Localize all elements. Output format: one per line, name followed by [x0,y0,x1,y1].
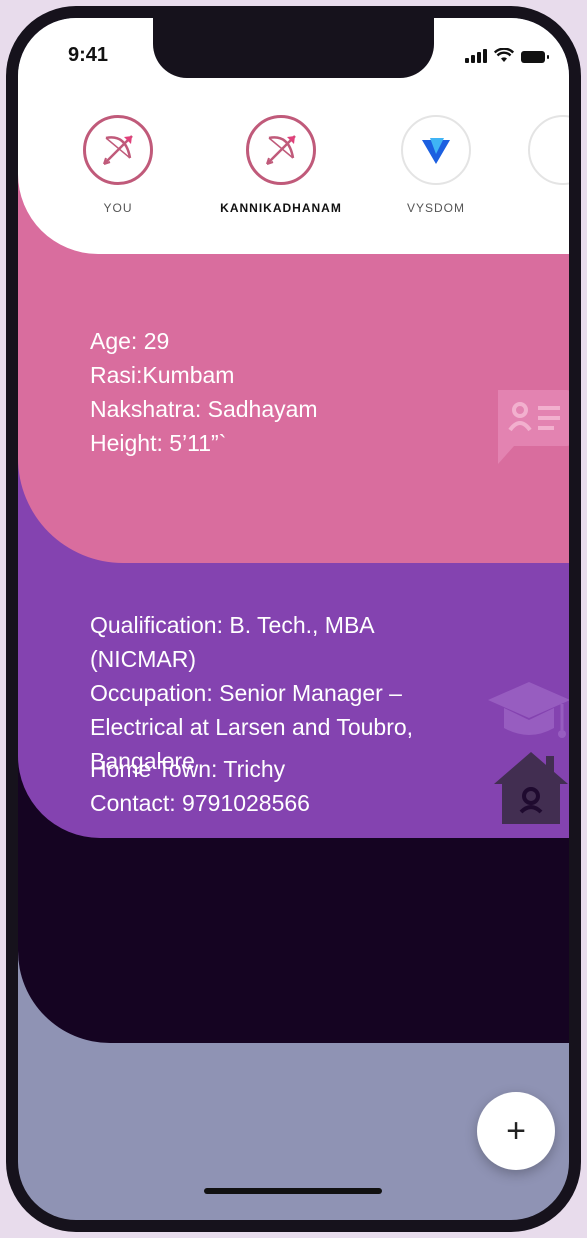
bow-arrow-icon [246,115,316,185]
profile-card-icon [498,390,569,464]
story-label: KANNIKADHANAM [220,201,342,215]
phone-frame: 9:41 YOU KANNIKADHANAM VYSDOM Age: 29 Ra… [6,6,581,1232]
occupation-text-cont: Electrical at Larsen and Toubro, [90,714,414,740]
home-icon [494,752,568,824]
story-you[interactable]: YOU [38,115,198,215]
signal-icon [465,49,487,63]
story-avatar [528,115,569,185]
screen: 9:41 YOU KANNIKADHANAM VYSDOM Age: 29 Ra… [18,18,569,1220]
status-time: 9:41 [68,44,109,66]
status-icons [465,48,549,63]
qualification-text: Qualification: B. Tech., MBA [90,612,375,638]
height-text: Height: 5’11”` [90,430,227,456]
contact-text[interactable]: Contact: 9791028566 [90,786,310,820]
story-partial[interactable] [528,115,569,185]
bow-arrow-icon [83,115,153,185]
personal-info: Age: 29 Rasi:Kumbam Nakshatra: Sadhayam … [90,324,318,460]
contact-info: Home Town: Trichy Contact: 9791028566 [90,752,310,820]
story-kannikadhanam[interactable]: KANNIKADHANAM [201,115,361,215]
qualification-text-cont: (NICMAR) [90,646,197,672]
rasi-text: Rasi:Kumbam [90,362,235,388]
story-label: YOU [103,201,133,215]
vysdom-logo-icon [401,115,471,185]
add-button[interactable]: + [477,1092,555,1170]
age-text: Age: 29 [90,328,170,354]
story-vysdom[interactable]: VYSDOM [356,115,516,215]
battery-icon [521,51,549,63]
wifi-icon [494,48,514,62]
notch [153,18,434,78]
graduation-cap-icon [488,682,569,738]
nakshatra-text: Nakshatra: Sadhayam [90,396,318,422]
hometown-text: Home Town: Trichy [90,756,286,782]
home-indicator [204,1188,382,1194]
story-label: VYSDOM [406,201,465,215]
occupation-text: Occupation: Senior Manager – [90,680,402,706]
